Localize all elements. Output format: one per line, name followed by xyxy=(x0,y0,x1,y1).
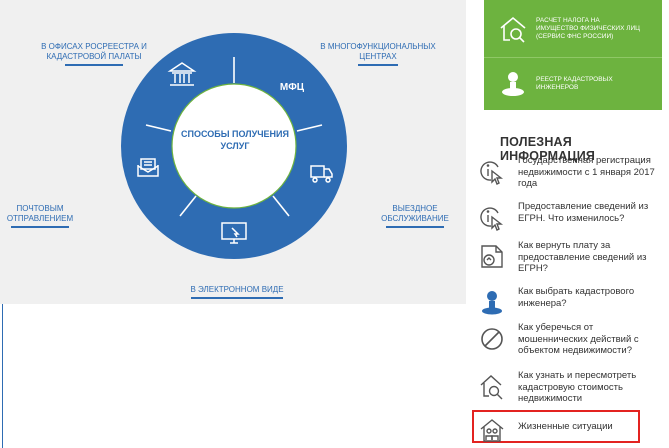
left-blank-area xyxy=(0,304,466,448)
tax-calc-button[interactable]: РАСЧЕТ НАЛОГА НА ИМУЩЕСТВО ФИЗИЧЕСКИХ ЛИ… xyxy=(484,0,662,57)
refund-document-icon xyxy=(481,245,503,268)
service-channels-panel: В ОФИСАХ РОСРЕЕСТРА И КАДАСТРОВОЙ ПАЛАТЫ… xyxy=(0,0,466,304)
left-border-line xyxy=(2,304,3,448)
center-title: СПОСОБЫ ПОЛУЧЕНИЯ УСЛУГ xyxy=(181,129,289,151)
info-item-choose-engineer[interactable]: Как выбрать кадастрового инженера? xyxy=(478,286,668,316)
house-people-icon xyxy=(480,419,504,442)
info-item-fraud[interactable]: Как уберечься от мошеннических действий … xyxy=(478,322,668,357)
info-item-life-situations[interactable]: Жизненные ситуации xyxy=(478,414,668,444)
mfc-label[interactable]: МФЦ xyxy=(280,82,305,93)
info-item-cadastral-value[interactable]: Как узнать и пересмотреть кадастровую ст… xyxy=(478,370,668,405)
info-item-refund[interactable]: Как вернуть плату за предоставление свед… xyxy=(478,240,668,275)
engineer-icon xyxy=(482,291,502,315)
info-cursor-icon xyxy=(480,207,504,231)
tax-calc-label: РАСЧЕТ НАЛОГА НА ИМУЩЕСТВО ФИЗИЧЕСКИХ ЛИ… xyxy=(536,16,640,40)
cadastral-engineers-registry-label: РЕЕСТР КАДАСТРОВЫХ ИНЖЕНЕРОВ xyxy=(536,76,613,91)
prohibition-icon xyxy=(481,328,503,350)
info-cursor-icon xyxy=(480,161,504,185)
cadastral-engineers-registry-button[interactable]: РЕЕСТР КАДАСТРОВЫХ ИНЖЕНЕРОВ xyxy=(484,58,662,110)
engineer-stamp-icon xyxy=(502,72,524,96)
house-search-icon xyxy=(500,16,526,43)
info-item-egrn-changes[interactable]: Предоставление сведений из ЕГРН. Что изм… xyxy=(478,201,668,231)
info-item-registration[interactable]: Государственная регистрация недвижимости… xyxy=(478,155,668,190)
house-search-icon xyxy=(480,375,503,400)
service-ring-diagram: МФЦ xyxy=(121,33,347,259)
